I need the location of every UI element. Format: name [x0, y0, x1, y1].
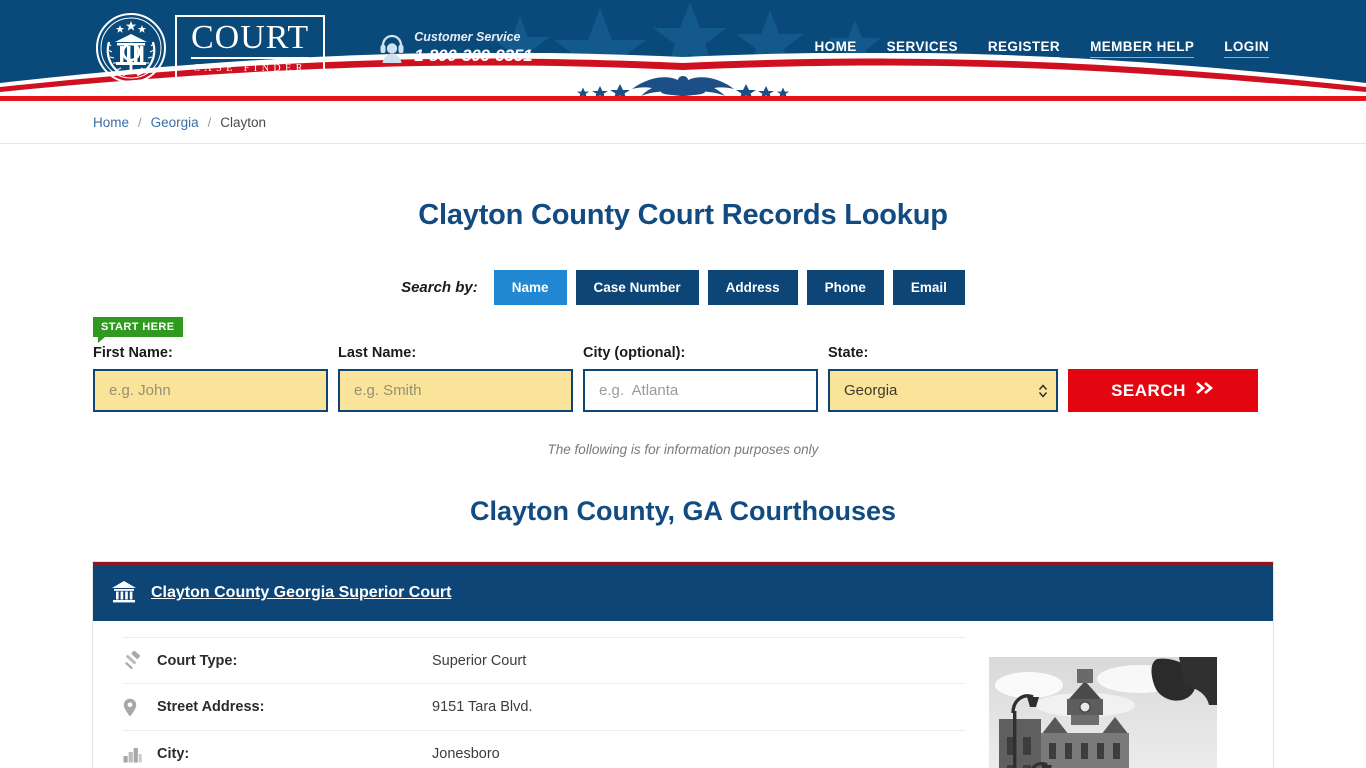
- disclaimer-text: The following is for information purpose…: [547, 442, 819, 457]
- row-label: Street Address:: [157, 699, 265, 715]
- table-row: Court Type: Superior Court: [123, 637, 965, 684]
- breadcrumb-item-clayton: Clayton: [220, 114, 267, 130]
- headset-support-icon: [380, 34, 404, 63]
- courthouse-photo: [989, 657, 1217, 768]
- nav-item-register[interactable]: REGISTER: [987, 39, 1061, 58]
- customer-service-block: Customer Service 1-800-309-9351: [379, 29, 533, 66]
- nav-item-home[interactable]: HOME: [814, 39, 857, 58]
- city-buildings-icon: [123, 746, 157, 763]
- gavel-icon: [123, 651, 157, 670]
- site-logo[interactable]: COURT CASE FINDER: [95, 10, 335, 86]
- court-seal-icon: [96, 13, 166, 83]
- row-value: 9151 Tara Blvd.: [432, 699, 533, 715]
- row-value: Jonesboro: [432, 746, 500, 762]
- courthouse-detail-list: Court Type: Superior Court Street Addres…: [93, 637, 965, 768]
- map-pin-icon: [123, 698, 157, 717]
- first-name-label: First Name:: [93, 345, 173, 361]
- row-label: City:: [157, 746, 190, 762]
- city-label: City (optional):: [583, 345, 686, 361]
- tab-case-number[interactable]: Case Number: [575, 270, 699, 305]
- search-by-tabs: Search by: Name Case Number Address Phon…: [93, 270, 1273, 305]
- main-content: Clayton County Court Records Lookup Sear…: [93, 199, 1273, 768]
- main-navigation: HOME SERVICES REGISTER MEMBER HELP LOGIN: [814, 39, 1273, 58]
- search-button[interactable]: SEARCH: [1068, 369, 1258, 412]
- site-header: COURT CASE FINDER Customer Service 1-800…: [0, 0, 1366, 96]
- section-title: Clayton County, GA Courthouses: [469, 496, 896, 526]
- customer-service-phone[interactable]: 1-800-309-9351: [414, 46, 532, 66]
- courthouse-photo-wrap: [965, 637, 1217, 768]
- first-name-field-group: First Name:: [93, 345, 328, 412]
- courthouse-card-body: Court Type: Superior Court Street Addres…: [93, 621, 1273, 768]
- nav-item-member-help[interactable]: MEMBER HELP: [1090, 39, 1195, 58]
- search-by-label: Search by:: [401, 279, 478, 296]
- search-form: START HERE First Name: Last Name: City (…: [93, 317, 1273, 412]
- double-chevron-right-icon: [1195, 380, 1215, 401]
- courthouse-card-header: Clayton County Georgia Superior Court: [93, 565, 1273, 621]
- row-value: Superior Court: [432, 652, 527, 669]
- search-button-label: SEARCH: [1111, 380, 1186, 400]
- last-name-label: Last Name:: [338, 345, 417, 361]
- nav-item-services[interactable]: SERVICES: [886, 39, 958, 58]
- logo-wordmark: COURT CASE FINDER: [175, 14, 326, 82]
- courthouse-card: Clayton County Georgia Superior Court Co…: [93, 562, 1273, 768]
- state-field-group: State: Georgia: [828, 345, 1058, 412]
- courthouse-building-icon: [111, 578, 137, 609]
- last-name-input[interactable]: [338, 369, 573, 412]
- tab-email[interactable]: Email: [892, 270, 965, 305]
- breadcrumb-item-home[interactable]: Home: [93, 115, 129, 130]
- city-field-group: City (optional):: [583, 345, 818, 412]
- table-row: Street Address: 9151 Tara Blvd.: [123, 684, 965, 731]
- page-title: Clayton County Court Records Lookup: [418, 199, 948, 231]
- breadcrumb-bar: Home / Georgia / Clayton: [0, 101, 1366, 144]
- row-label: Court Type:: [157, 652, 238, 669]
- logo-subtitle: CASE FINDER: [193, 62, 307, 74]
- red-divider-line: [0, 96, 1366, 101]
- tab-phone[interactable]: Phone: [806, 270, 884, 305]
- courthouse-title-link[interactable]: Clayton County Georgia Superior Court: [151, 584, 451, 602]
- customer-service-label: Customer Service: [414, 29, 521, 44]
- breadcrumb-item-georgia[interactable]: Georgia: [151, 115, 199, 130]
- table-row: City: Jonesboro: [123, 731, 965, 768]
- start-here-badge: START HERE: [93, 317, 184, 343]
- last-name-field-group: Last Name:: [338, 345, 573, 412]
- nav-item-login[interactable]: LOGIN: [1224, 39, 1269, 58]
- city-input[interactable]: [583, 369, 818, 412]
- breadcrumb-separator: /: [138, 114, 142, 130]
- state-select[interactable]: Georgia: [828, 369, 1058, 412]
- state-label: State:: [828, 345, 869, 361]
- logo-word: COURT: [191, 20, 310, 59]
- tab-address[interactable]: Address: [707, 270, 798, 305]
- breadcrumb-separator: /: [207, 114, 212, 130]
- breadcrumb: Home / Georgia / Clayton: [93, 115, 1273, 130]
- tab-name[interactable]: Name: [493, 270, 567, 305]
- first-name-input[interactable]: [93, 369, 328, 412]
